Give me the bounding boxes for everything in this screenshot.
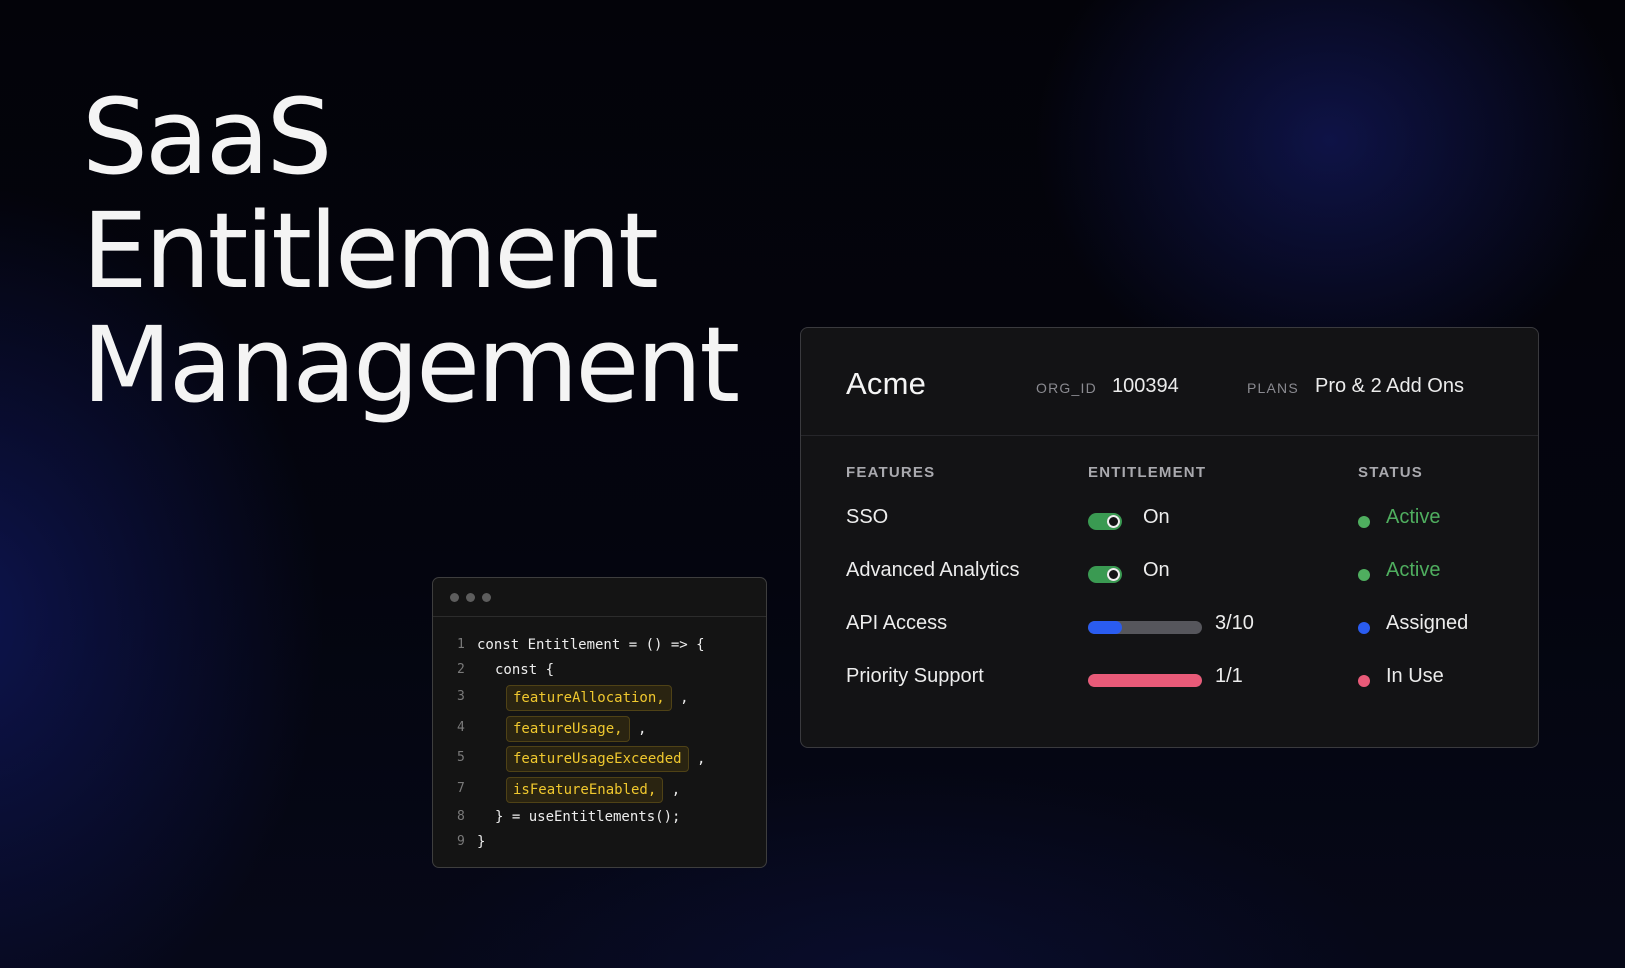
usage-bar [1088,674,1202,687]
line-number: 7 [457,781,465,796]
toggle-knob [1107,568,1120,581]
code-punctuation: , [663,782,681,798]
hero-title-line-2: Entitlement [82,190,659,312]
code-line: 8 } = useEntitlements(); [433,803,766,831]
line-number: 3 [457,689,465,704]
org-id-label: ORG_ID [1036,380,1097,396]
status-text: Active [1386,506,1441,528]
feature-row: Advanced Analytics On Active [801,551,1538,591]
usage-bar [1088,621,1202,634]
entitlement-column-header: ENTITLEMENT [1088,464,1207,481]
window-dot [482,593,491,602]
entitlement-value: 1/1 [1215,665,1243,687]
status-text: Assigned [1386,612,1469,634]
highlighted-identifier: featureAllocation, [506,685,672,711]
plans-label: PLANS [1247,380,1299,396]
code-line: 9} [433,828,766,856]
code-line: 2 const { [433,656,766,684]
code-text: } = useEntitlements(); [495,809,681,825]
code-line: 7 isFeatureEnabled, , [433,775,766,803]
status-text: Active [1386,559,1441,581]
code-text: featureAllocation, , [506,683,689,712]
code-text: } [477,834,486,850]
line-number: 4 [457,720,465,735]
card-header: Acme ORG_ID 100394 PLANS Pro & 2 Add Ons [801,328,1538,436]
code-punctuation: , [629,721,647,737]
code-line: 4 featureUsage, , [433,714,766,742]
line-number: 1 [457,637,465,652]
highlighted-identifier: isFeatureEnabled, [506,777,664,803]
line-number: 8 [457,809,465,824]
code-text: isFeatureEnabled, , [506,775,680,804]
window-dot [450,593,459,602]
entitlement-value: 3/10 [1215,612,1254,634]
plans-value: Pro & 2 Add Ons [1315,375,1464,397]
highlighted-identifier: featureUsage, [506,716,630,742]
code-punctuation: , [671,690,689,706]
code-line: 3 featureAllocation, , [433,683,766,711]
status-column-header: STATUS [1358,464,1423,481]
feature-name: API Access [846,612,948,634]
entitlement-value: On [1143,559,1170,581]
code-line: 1 const Entitlement = () => { [433,631,766,659]
feature-toggle[interactable] [1088,513,1122,530]
status-dot [1358,569,1370,581]
code-punctuation: , [688,751,706,767]
feature-name: Advanced Analytics [846,559,1020,581]
feature-row: SSO On Active [801,498,1538,538]
feature-row: Priority Support 1/1 In Use [801,657,1538,697]
code-titlebar [433,578,766,617]
entitlement-value: On [1143,506,1170,528]
entitlement-card: Acme ORG_ID 100394 PLANS Pro & 2 Add Ons… [800,327,1539,748]
usage-bar-fill [1088,621,1123,634]
usage-bar-fill [1088,674,1202,687]
line-number: 2 [457,662,465,677]
status-dot [1358,675,1370,687]
code-text: const { [495,662,555,678]
status-dot [1358,622,1370,634]
line-number: 9 [457,834,465,849]
window-dot [466,593,475,602]
status-text: In Use [1386,665,1444,687]
status-dot [1358,516,1370,528]
code-text: const Entitlement = () => { [477,637,705,653]
code-editor-window: 1 const Entitlement = () => { 2 const { 3 fea… [432,577,767,868]
org-id-value: 100394 [1112,375,1179,397]
toggle-knob [1107,515,1120,528]
feature-toggle[interactable] [1088,566,1122,583]
code-text: featureUsageExceeded , [506,744,705,773]
feature-row: API Access 3/10 Assigned [801,604,1538,644]
highlighted-identifier: featureUsageExceeded [506,746,689,772]
feature-name: Priority Support [846,665,984,687]
features-column-header: FEATURES [846,464,936,481]
hero-title-line-3: Management [82,304,740,426]
line-number: 5 [457,750,465,765]
org-name: Acme [846,366,927,401]
hero-title: SaaS Entitlement Management [82,76,740,426]
code-text: featureUsage, , [506,714,646,743]
feature-name: SSO [846,506,889,528]
hero-title-line-1: SaaS [82,76,333,198]
code-line: 5 featureUsageExceeded , [433,744,766,772]
